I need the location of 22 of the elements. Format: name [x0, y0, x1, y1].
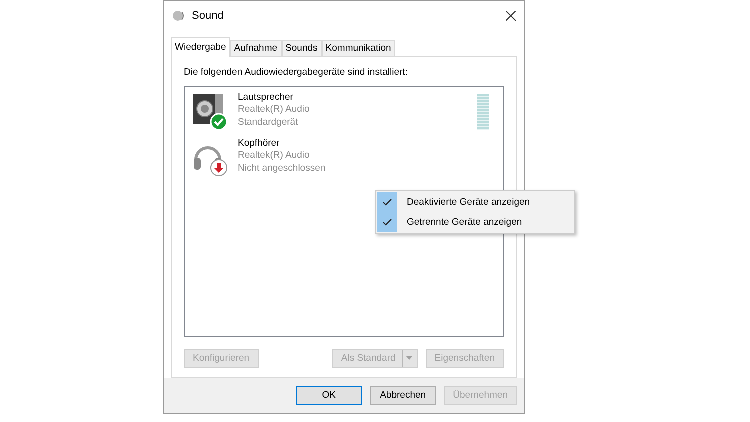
device-name[interactable]: Lautsprecher: [238, 92, 310, 104]
tab[interactable]: Kommunikation: [322, 40, 396, 56]
close-icon[interactable]: [506, 11, 516, 22]
menu-item[interactable]: Getrennte Geräte anzeigen: [407, 216, 522, 228]
menu-checkbox[interactable]: [377, 192, 397, 212]
device-status: Standardgerät: [238, 116, 300, 130]
tab[interactable]: Sounds: [282, 40, 322, 56]
device-driver: Realtek(R) Audio: [238, 104, 310, 117]
device-status: Nicht angeschlossen: [238, 162, 326, 176]
dialog-button[interactable]: Abbrechen: [370, 386, 436, 405]
window-title: Sound: [192, 10, 225, 22]
instruction-text: Die folgenden Audiowiedergabegeräte sind installiert:: [184, 66, 409, 78]
menu-checkbox[interactable]: [377, 212, 397, 232]
tab[interactable]: Aufnahme: [230, 40, 282, 56]
device-driver: Realtek(R) Audio: [238, 150, 311, 163]
checkmark-icon: [382, 198, 392, 206]
tab[interactable]: Wiedergabe: [171, 36, 230, 57]
checkmark-icon: [382, 218, 392, 226]
speaker-icon: [172, 9, 186, 24]
menu-item[interactable]: Deaktivierte Geräte anzeigen: [407, 196, 530, 208]
dialog-button[interactable]: OK: [296, 386, 362, 405]
device-name[interactable]: Kopfhörer: [238, 138, 326, 150]
